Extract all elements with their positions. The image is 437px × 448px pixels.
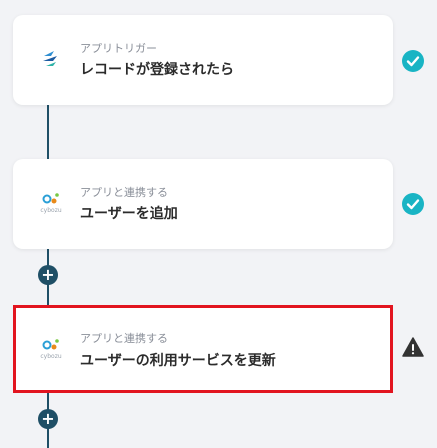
add-step-button[interactable]: + [38, 409, 58, 429]
cybozu-icon-text: cybozu [40, 353, 62, 360]
step-label: アプリトリガー [80, 42, 157, 55]
kintone-icon [39, 48, 63, 76]
cybozu-icon: cybozu [39, 338, 63, 366]
flow-step-update-services[interactable]: cybozu アプリと連携する ユーザーの利用サービスを更新 [13, 305, 393, 393]
flow-step-add-user[interactable]: cybozu アプリと連携する ユーザーを追加 [13, 159, 393, 249]
check-circle-icon [402, 193, 424, 215]
step-title: ユーザーを追加 [80, 206, 178, 222]
cybozu-icon: cybozu [39, 192, 63, 220]
check-circle-icon [402, 50, 424, 72]
flow-connector [47, 104, 49, 160]
step-title: ユーザーの利用サービスを更新 [80, 353, 276, 369]
cybozu-icon-text: cybozu [40, 207, 62, 214]
flow-step-trigger[interactable]: アプリトリガー レコードが登録されたら [13, 15, 393, 105]
add-step-button[interactable]: + [38, 265, 58, 285]
step-label: アプリと連携する [80, 186, 168, 199]
step-label: アプリと連携する [80, 332, 168, 345]
warning-icon [402, 336, 424, 358]
step-title: レコードが登録されたら [80, 62, 234, 78]
